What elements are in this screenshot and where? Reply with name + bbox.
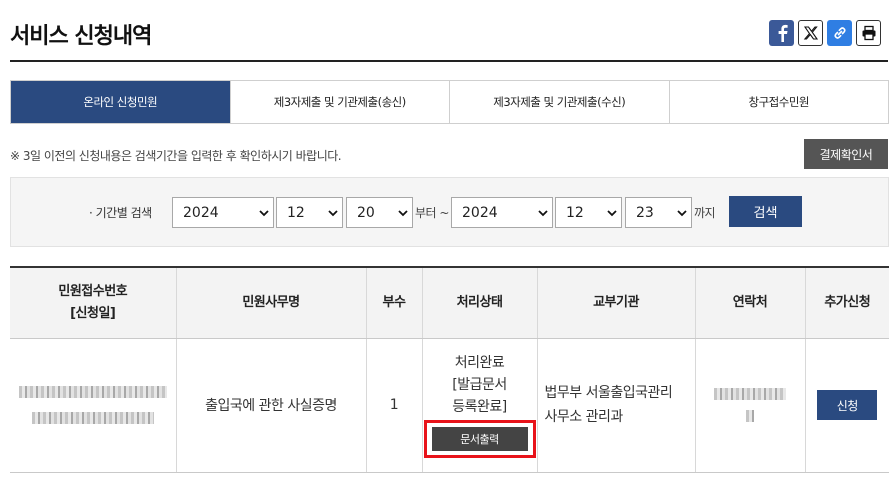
header-contact: 연락처 [694, 266, 805, 339]
redacted-receipt-number [10, 386, 176, 424]
issuing-agency-cell: 법무부 서울출입국관리 사무소 관리과 [536, 338, 695, 473]
tab-bar: 온라인 신청민원 제3자제출 및 기관제출(송신) 제3자제출 및 기관제출(수… [10, 80, 889, 124]
chevron-down-icon [328, 210, 338, 217]
redacted-contact [696, 388, 805, 422]
status-line-1: 처리완료 [454, 355, 505, 371]
link-icon[interactable] [827, 20, 852, 46]
tab-third-party-sent[interactable]: 제3자제출 및 기관제출(송신) [229, 81, 449, 123]
agency-line-1: 법무부 서울출입국관리 [544, 385, 673, 401]
status-text: 처리완료 [발급문서 등록완료] [423, 352, 537, 418]
tab-third-party-received[interactable]: 제3자제출 및 기관제출(수신) [449, 81, 669, 123]
header-issuing-agency: 교부기관 [536, 266, 695, 339]
title-divider [10, 60, 888, 62]
to-day-value: 23 [636, 204, 654, 221]
apply-button[interactable]: 신청 [817, 390, 878, 420]
from-day-select[interactable]: 20 [346, 197, 413, 228]
status-line-2: [발급문서 [452, 377, 507, 393]
to-suffix: 까지 [694, 206, 716, 220]
chevron-down-icon [538, 210, 548, 217]
to-month-select[interactable]: 12 [555, 197, 622, 228]
table-row: 출입국에 관한 사실증명 1 처리완료 [발급문서 등록완료] 문서출력 법무부… [10, 338, 889, 473]
share-toolbar [769, 20, 881, 46]
from-month-select[interactable]: 12 [276, 197, 343, 228]
header-receipt-number: 민원접수번호 [신청일] [10, 266, 176, 339]
from-month-value: 12 [287, 204, 305, 221]
to-day-select[interactable]: 23 [625, 197, 692, 228]
additional-application-cell: 신청 [804, 338, 889, 473]
print-document-button[interactable]: 문서출력 [431, 427, 528, 451]
service-name-cell: 출입국에 관한 사실증명 [175, 338, 366, 473]
header-copies: 부수 [365, 266, 422, 339]
header-service-name: 민원사무명 [175, 266, 366, 339]
to-year-value: 2024 [462, 204, 498, 221]
chevron-down-icon [398, 210, 408, 217]
search-button[interactable]: 검색 [729, 196, 802, 227]
payment-confirmation-button[interactable]: 결제확인서 [804, 139, 888, 169]
print-icon[interactable] [856, 20, 881, 46]
chevron-down-icon [677, 210, 687, 217]
chevron-down-icon [259, 210, 269, 217]
status-line-3: 등록완료] [452, 399, 507, 415]
from-year-value: 2024 [183, 204, 219, 221]
period-search-panel: · 기간별 검색 2024 12 20 부터 ~ 2024 12 23 까지 검… [10, 177, 889, 247]
tab-counter-application[interactable]: 창구접수민원 [668, 81, 888, 123]
receipt-number-cell [10, 338, 176, 473]
header-status: 처리상태 [421, 266, 537, 339]
agency-line-2: 사무소 관리과 [544, 409, 624, 425]
to-year-select[interactable]: 2024 [451, 197, 553, 228]
from-suffix: 부터 ~ [415, 206, 449, 220]
contact-cell [694, 338, 805, 473]
from-day-value: 20 [357, 204, 375, 221]
header-additional-application: 추가신청 [804, 266, 889, 339]
from-year-select[interactable]: 2024 [172, 197, 274, 228]
copies-cell: 1 [365, 338, 422, 473]
status-cell: 처리완료 [발급문서 등록완료] 문서출력 [421, 338, 537, 473]
to-month-value: 12 [566, 204, 584, 221]
x-icon[interactable] [798, 20, 823, 46]
header-application-date-label: [신청일] [70, 305, 116, 321]
chevron-down-icon [607, 210, 617, 217]
search-period-label: · 기간별 검색 [89, 206, 152, 220]
print-button-highlight: 문서출력 [423, 420, 536, 458]
tab-online-application[interactable]: 온라인 신청민원 [11, 81, 230, 123]
application-history-table: 민원접수번호 [신청일] 민원사무명 부수 처리상태 교부기관 연락처 추가신청… [10, 266, 889, 473]
header-receipt-number-label: 민원접수번호 [58, 283, 128, 299]
page-title: 서비스 신청내역 [10, 24, 152, 49]
search-period-notice: ※ 3일 이전의 신청내용은 검색기간을 입력한 후 확인하시기 바랍니다. [10, 149, 342, 163]
table-header-row: 민원접수번호 [신청일] 민원사무명 부수 처리상태 교부기관 연락처 추가신청 [10, 266, 889, 339]
facebook-icon[interactable] [769, 20, 794, 46]
